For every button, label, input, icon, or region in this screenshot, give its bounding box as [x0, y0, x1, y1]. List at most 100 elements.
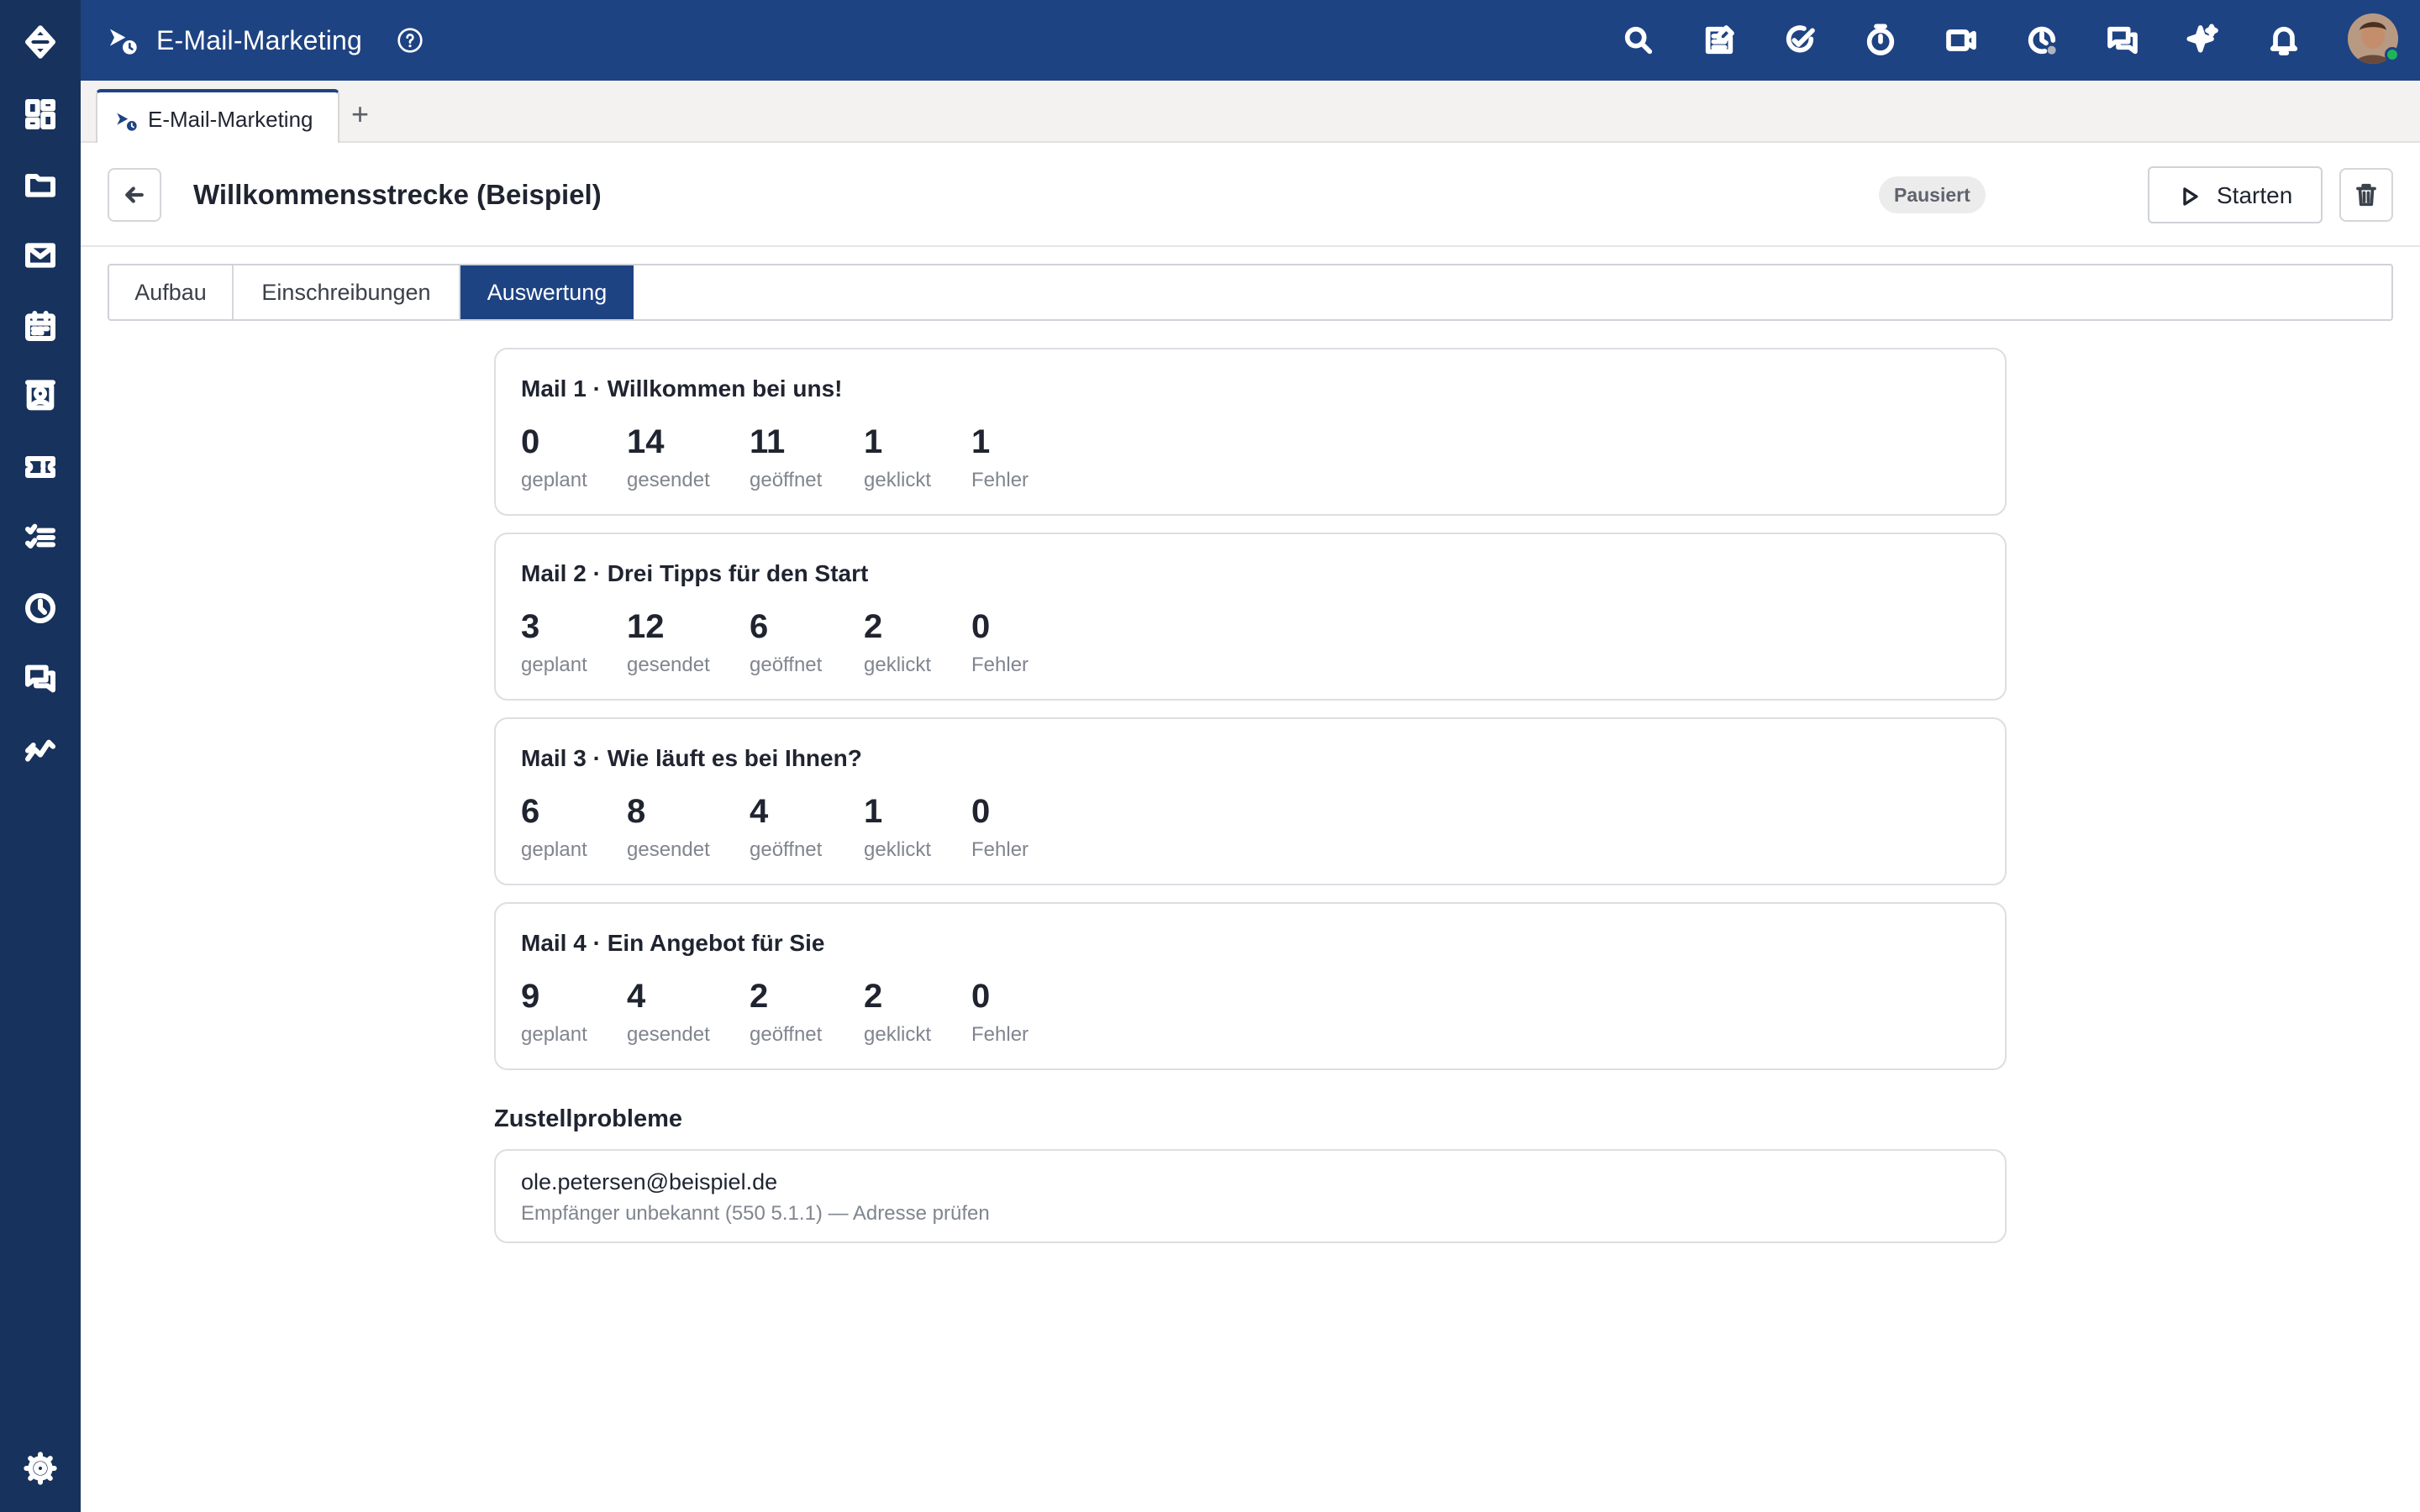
stat-errors: 0 Fehler	[971, 791, 1028, 862]
stat-label: gesendet	[627, 654, 710, 676]
stat-value: 8	[627, 793, 646, 830]
stat-label: geplant	[521, 469, 587, 491]
calendar-icon[interactable]	[20, 306, 60, 346]
stat-opened: 4 geöffnet	[750, 791, 822, 862]
task-check-icon[interactable]	[1780, 20, 1820, 60]
video-icon[interactable]	[1941, 20, 1981, 60]
mail-icon[interactable]	[20, 235, 60, 276]
stat-label: geplant	[521, 1023, 587, 1046]
mail-title: Mail 2 · Drei Tipps für den Start	[521, 560, 869, 586]
stat-planned: 3 geplant	[521, 606, 587, 677]
tab-aufbau[interactable]: Aufbau	[109, 265, 234, 319]
stat-label: gesendet	[627, 469, 710, 491]
bounce-reason: Empfänger unbekannt (550 5.1.1) — Adress…	[521, 1202, 990, 1225]
stat-value: 9	[521, 978, 540, 1015]
status-badge: Pausiert	[1879, 176, 1986, 213]
clock-icon[interactable]	[20, 588, 60, 628]
stat-value: 4	[750, 793, 769, 830]
stat-label: gesendet	[627, 1023, 710, 1046]
delete-button[interactable]	[2339, 168, 2393, 222]
stat-label: geöffnet	[750, 838, 823, 861]
stat-clicked: 1 geklickt	[864, 422, 931, 492]
delivery-problems-heading: Zustellprobleme	[494, 1105, 682, 1132]
stat-value: 2	[864, 978, 883, 1015]
stat-value: 0	[521, 423, 540, 460]
ticket-icon[interactable]	[20, 447, 60, 487]
tab-label: E-Mail-Marketing	[148, 107, 313, 132]
stat-label: Fehler	[971, 1023, 1029, 1046]
online-status-dot	[2385, 47, 2400, 62]
stat-label: geplant	[521, 838, 587, 861]
search-icon[interactable]	[1618, 20, 1659, 60]
document-tab-strip: E-Mail-Marketing +	[81, 81, 2420, 143]
dashboard-grid-icon[interactable]	[20, 94, 60, 134]
stat-value: 0	[971, 793, 991, 830]
mail-stats-card: Mail 4 · Ein Angebot für Sie 9 geplant 4 g…	[494, 902, 2007, 1070]
mail-stats-card: Mail 3 · Wie läuft es bei Ihnen? 6 geplan…	[494, 717, 2007, 885]
stat-value: 1	[864, 423, 883, 460]
stat-planned: 0 geplant	[521, 422, 587, 492]
mail-stats-card: Mail 2 · Drei Tipps für den Start 3 gepla…	[494, 533, 2007, 701]
checklist-icon[interactable]	[20, 517, 60, 558]
tab-einschreibungen[interactable]: Einschreibungen	[234, 265, 460, 319]
stat-clicked: 2 geklickt	[864, 606, 931, 677]
stat-value: 1	[971, 423, 991, 460]
stat-value: 6	[750, 608, 769, 645]
time-tracking-icon[interactable]	[2022, 20, 2062, 60]
stat-value: 2	[750, 978, 769, 1015]
mail-title: Mail 4 · Ein Angebot für Sie	[521, 930, 825, 956]
stat-label: geöffnet	[750, 1023, 823, 1046]
chat-icon[interactable]	[2102, 20, 2143, 60]
stat-label: Fehler	[971, 654, 1029, 676]
ai-sparkle-icon[interactable]	[2183, 20, 2223, 60]
stat-planned: 9 geplant	[521, 976, 587, 1047]
stat-value: 4	[627, 978, 646, 1015]
mail-stats-card: Mail 1 · Willkommen bei uns! 0 geplant 14…	[494, 348, 2007, 516]
stat-value: 12	[627, 608, 665, 645]
bell-icon[interactable]	[2264, 20, 2304, 60]
mail-title: Mail 3 · Wie läuft es bei Ihnen?	[521, 745, 862, 771]
stat-clicked: 1 geklickt	[864, 791, 931, 862]
trash-icon	[2356, 183, 2376, 207]
tab-email-marketing[interactable]: E-Mail-Marketing	[96, 89, 339, 143]
help-icon[interactable]	[397, 27, 424, 54]
arrow-left-icon	[125, 186, 144, 203]
stat-label: geklickt	[864, 654, 932, 676]
stat-label: Fehler	[971, 469, 1029, 491]
contact-card-icon[interactable]	[20, 376, 60, 417]
stat-value: 14	[627, 423, 665, 460]
stat-label: geöffnet	[750, 654, 823, 676]
settings-gear-icon[interactable]	[20, 1448, 60, 1488]
stat-value: 3	[521, 608, 540, 645]
stat-label: geplant	[521, 654, 587, 676]
stat-value: 0	[971, 978, 991, 1015]
timer-icon[interactable]	[1860, 20, 1901, 60]
mail-title: Mail 1 · Willkommen bei uns!	[521, 375, 843, 402]
stat-opened: 11 geöffnet	[750, 422, 822, 492]
start-button-label: Starten	[2217, 182, 2293, 208]
stat-value: 6	[521, 793, 540, 830]
view-tabs: Aufbau Einschreibungen Auswertung	[108, 264, 2393, 321]
stat-value: 1	[864, 793, 883, 830]
start-button[interactable]: Starten	[2148, 166, 2323, 223]
app-title: E-Mail-Marketing	[156, 25, 363, 55]
tab-auswertung[interactable]: Auswertung	[460, 265, 634, 319]
stat-label: gesendet	[627, 838, 710, 861]
stat-label: geklickt	[864, 838, 932, 861]
analytics-icon[interactable]	[20, 729, 60, 769]
stat-sent: 8 gesendet	[627, 791, 710, 862]
folder-icon[interactable]	[20, 165, 60, 205]
stat-value: 0	[971, 608, 991, 645]
stat-label: geklickt	[864, 1023, 932, 1046]
swap-logo-icon[interactable]	[20, 22, 60, 62]
back-button[interactable]	[108, 168, 161, 222]
stat-label: geklickt	[864, 469, 932, 491]
recipient-email: ole.petersen@beispiel.de	[521, 1169, 778, 1194]
chat-icon[interactable]	[20, 659, 60, 699]
stat-errors: 0 Fehler	[971, 606, 1028, 677]
delivery-problem-item[interactable]: ole.petersen@beispiel.de Empfänger unbek…	[494, 1149, 2007, 1243]
stat-opened: 6 geöffnet	[750, 606, 822, 677]
stat-value: 2	[864, 608, 883, 645]
notes-icon[interactable]	[1699, 20, 1739, 60]
add-tab-button[interactable]: +	[351, 99, 369, 129]
